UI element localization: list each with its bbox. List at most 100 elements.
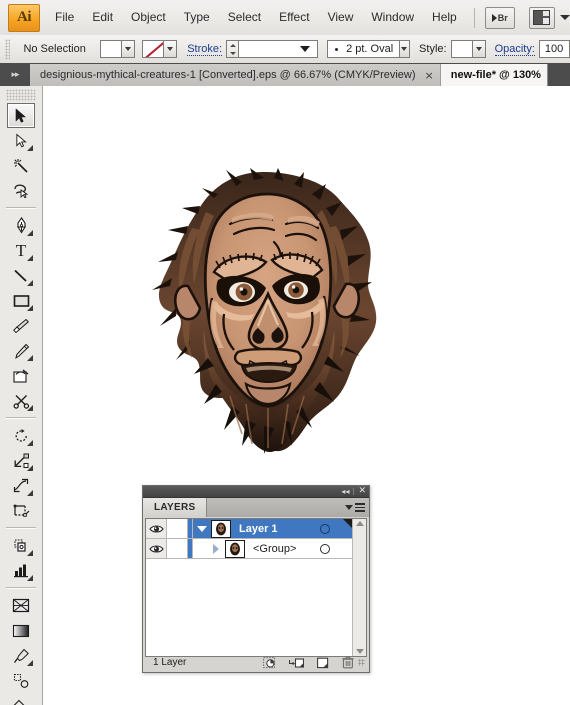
delete-selection-button[interactable] [342, 656, 354, 669]
lasso-tool[interactable] [7, 178, 35, 203]
graphic-style-swatch[interactable] [450, 40, 473, 58]
flyout-corner-icon [27, 145, 33, 151]
layer-1-name[interactable]: Layer 1 [239, 523, 278, 535]
shape-builder-tool[interactable] [7, 533, 35, 558]
flyout-corner-icon [27, 255, 33, 261]
document-tab-1[interactable]: designious-mythical-creatures-1 [Convert… [30, 64, 441, 86]
menu-view[interactable]: View [319, 0, 363, 35]
stroke-weight-combo[interactable] [238, 40, 319, 58]
document-tab-2[interactable]: new-file* @ 130% [440, 64, 548, 86]
blend-tool[interactable] [7, 668, 35, 693]
layer-row-group[interactable]: <Group> [146, 539, 352, 559]
chevron-down-icon [401, 47, 408, 51]
layers-scrollbar[interactable] [352, 519, 366, 656]
perspective-grid-tool[interactable] [7, 593, 35, 618]
graph-tool[interactable] [7, 558, 35, 583]
menu-object[interactable]: Object [122, 0, 175, 35]
menu-type[interactable]: Type [175, 0, 219, 35]
collapse-to-icons-icon[interactable]: ◂◂ [341, 487, 349, 496]
stepper-down-icon [229, 51, 236, 55]
brush-definition-dropdown[interactable] [399, 40, 411, 58]
layer-row-layer-1[interactable]: Layer 1 [146, 519, 352, 539]
brush-definition-combo[interactable]: 2 pt. Oval [327, 40, 400, 58]
gradient-icon [12, 624, 30, 637]
bridge-arrow-icon [491, 13, 497, 22]
tools-divider [6, 527, 36, 529]
menu-file[interactable]: File [46, 0, 83, 35]
make-clipping-mask-button[interactable] [263, 656, 276, 669]
scroll-down-arrow-icon[interactable] [355, 649, 364, 654]
panel-menu-triangle-icon [345, 505, 353, 510]
pencil-tool[interactable] [7, 338, 35, 363]
panel-resize-grip[interactable] [358, 659, 365, 666]
eyedropper-tool[interactable] [7, 643, 35, 668]
direct-selection-arrow-icon [15, 132, 27, 147]
selection-tool[interactable] [7, 103, 35, 128]
group-name[interactable]: <Group> [253, 543, 296, 555]
pen-tool[interactable] [7, 213, 35, 238]
stroke-weight-label[interactable]: Stroke: [187, 43, 223, 56]
free-transform-tool[interactable] [7, 498, 35, 523]
trash-icon [342, 656, 354, 669]
chevron-down-icon [300, 46, 311, 52]
group-main[interactable]: <Group> [193, 539, 352, 558]
rotate-tool[interactable] [7, 423, 35, 448]
scale-tool[interactable] [7, 448, 35, 473]
tools-divider [6, 587, 36, 589]
type-tool[interactable]: T [7, 238, 35, 263]
collapse-panels-button[interactable]: ▸▸ [0, 63, 30, 86]
menu-help[interactable]: Help [423, 0, 466, 35]
create-new-sublayer-button[interactable] [289, 657, 304, 669]
menu-effect[interactable]: Effect [270, 0, 318, 35]
paintbrush-tool[interactable] [7, 313, 35, 338]
menu-items: File Edit Object Type Select Effect View… [46, 0, 466, 35]
triangle-right-icon [213, 543, 219, 554]
menu-select[interactable]: Select [219, 0, 270, 35]
layer-1-lock-toggle[interactable] [167, 519, 188, 538]
tools-panel: T [0, 86, 43, 705]
stroke-swatch-dropdown[interactable] [164, 40, 178, 58]
arrange-chevron-down-icon[interactable] [559, 15, 570, 20]
stroke-color-swatch[interactable] [142, 40, 165, 58]
layer-1-visibility-toggle[interactable] [146, 519, 167, 538]
close-icon[interactable]: × [425, 70, 434, 81]
create-new-layer-button[interactable] [317, 657, 329, 669]
blob-brush-tool[interactable] [7, 363, 35, 388]
opacity-label[interactable]: Opacity: [494, 43, 535, 56]
layer-1-main[interactable]: Layer 1 [193, 519, 352, 538]
fill-swatch-dropdown[interactable] [122, 40, 136, 58]
arrange-documents-button[interactable] [528, 6, 555, 29]
artwork-bigfoot-head[interactable] [146, 168, 389, 456]
group-disclosure-triangle[interactable] [207, 543, 225, 554]
scroll-up-arrow-icon[interactable] [355, 521, 364, 526]
bridge-label: Br [497, 12, 508, 23]
tools-panel-gripper[interactable] [6, 89, 36, 101]
magic-wand-tool[interactable] [7, 153, 35, 178]
layer-1-disclosure-triangle[interactable] [193, 525, 211, 532]
graphic-style-dropdown[interactable] [472, 40, 486, 58]
menu-edit[interactable]: Edit [83, 0, 122, 35]
tab-layers[interactable]: LAYERS [143, 498, 208, 517]
close-icon[interactable]: ✕ [358, 487, 366, 496]
direct-selection-tool[interactable] [7, 128, 35, 153]
paintbrush-icon [13, 318, 30, 333]
control-bar-gripper[interactable] [5, 39, 11, 59]
layer-1-selection-corner [343, 519, 352, 528]
group-visibility-toggle[interactable] [146, 539, 167, 558]
panel-menu-button[interactable] [345, 503, 365, 512]
layer-1-target-indicator[interactable] [320, 523, 330, 534]
width-tool[interactable] [7, 473, 35, 498]
gradient-tool[interactable] [7, 618, 35, 643]
stroke-weight-stepper[interactable] [226, 40, 239, 58]
live-paint-bucket-tool[interactable] [7, 693, 35, 705]
group-lock-toggle[interactable] [167, 539, 188, 558]
opacity-input[interactable]: 100 [538, 40, 570, 58]
scissors-tool[interactable] [7, 388, 35, 413]
menu-window[interactable]: Window [362, 0, 423, 35]
layers-panel-titlebar[interactable]: ◂◂ ✕ [143, 486, 369, 498]
go-to-bridge-button[interactable]: Br [484, 6, 515, 29]
rectangle-tool[interactable] [7, 288, 35, 313]
group-target-indicator[interactable] [320, 543, 330, 554]
fill-color-swatch[interactable] [100, 40, 123, 58]
line-segment-tool[interactable] [7, 263, 35, 288]
